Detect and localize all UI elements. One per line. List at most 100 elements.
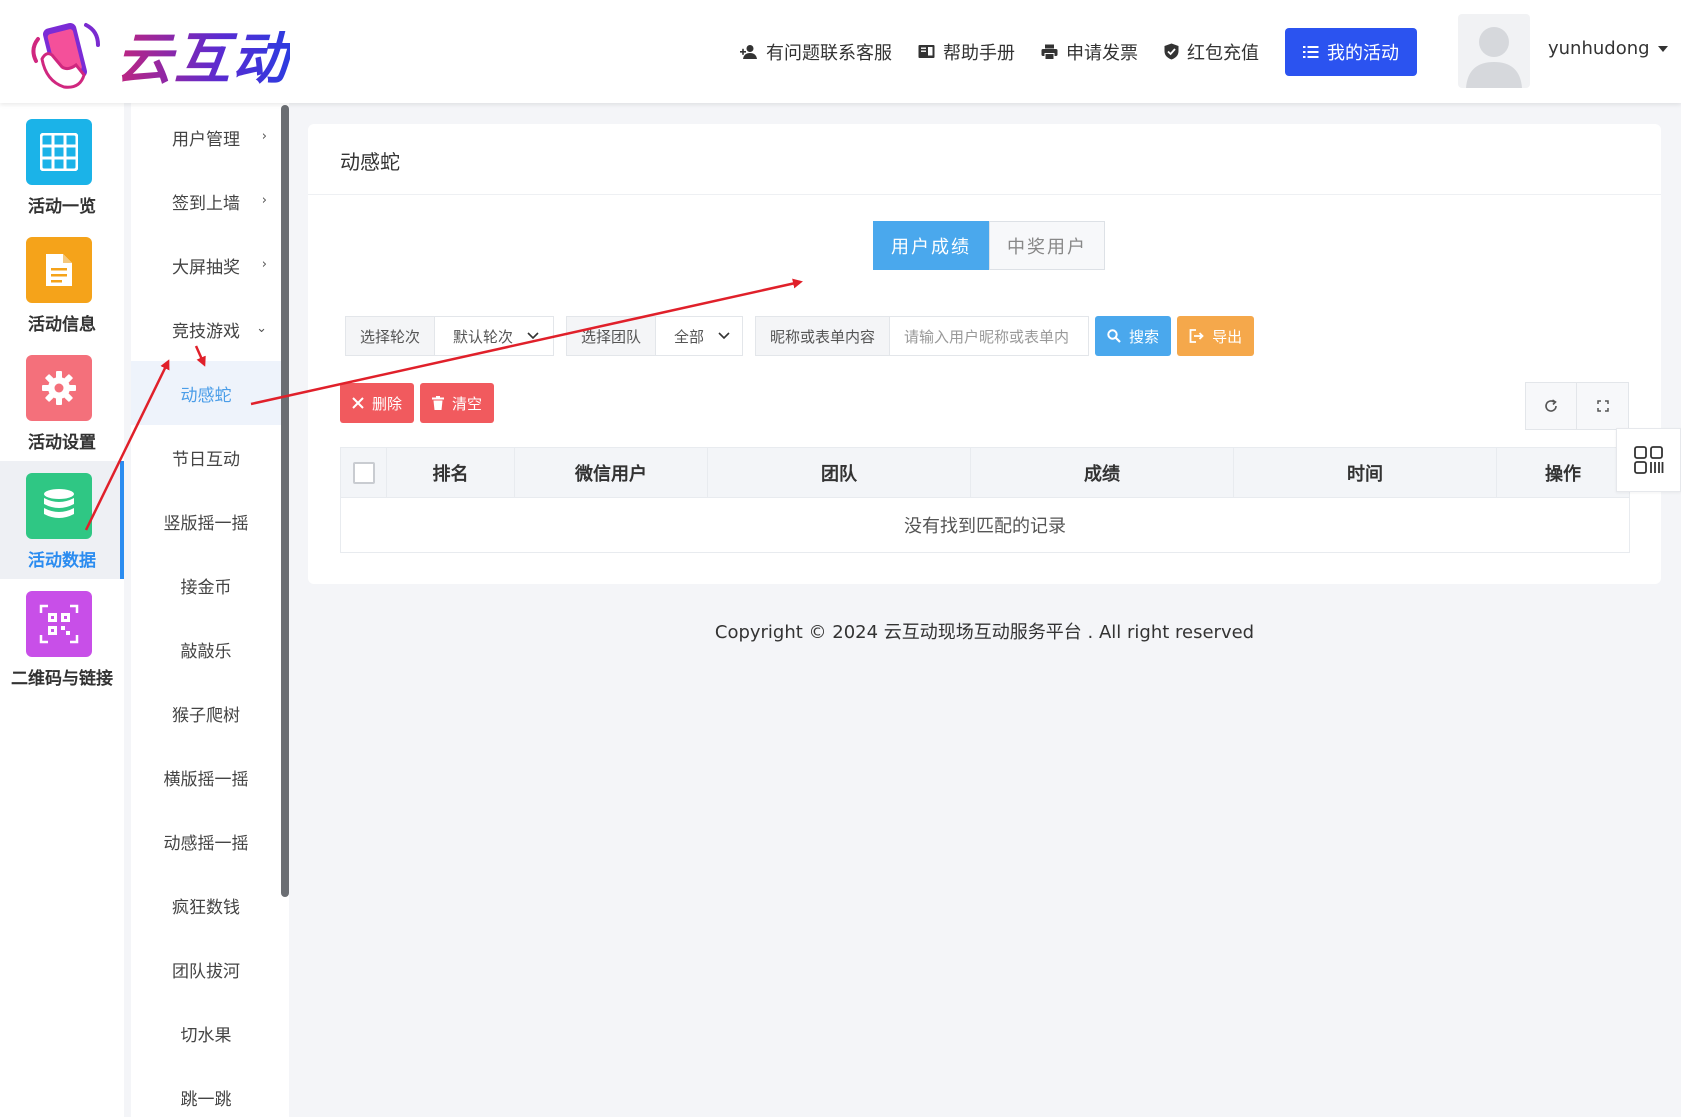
export-label: 导出	[1212, 327, 1243, 346]
search-icon	[1107, 329, 1121, 343]
select-all-checkbox[interactable]	[352, 461, 375, 484]
submenu-item-big-screen-lottery[interactable]: 大屏抽奖 ›	[131, 233, 281, 297]
submenu-item-dynamic-shake[interactable]: 动感摇一摇	[131, 809, 281, 873]
column-header-wechat-user[interactable]: 微信用户	[515, 448, 708, 497]
tab-user-scores[interactable]: 用户成绩	[873, 221, 989, 270]
submenu-scrollbar[interactable]	[281, 105, 289, 897]
submenu-item-snake[interactable]: 动感蛇	[131, 361, 281, 425]
submenu-item-label: 横版摇一摇	[163, 769, 249, 790]
submenu-item-label: 动感蛇	[180, 385, 232, 406]
avatar[interactable]	[1458, 14, 1530, 88]
table-toolbar	[1525, 382, 1629, 430]
recharge-link[interactable]: 红包充值	[1164, 39, 1259, 65]
submenu-item-vertical-shake[interactable]: 竖版摇一摇	[131, 489, 281, 553]
bulk-actions: 删除 清空	[340, 383, 500, 423]
floating-qrcode-button[interactable]	[1616, 428, 1681, 492]
delete-label: 删除	[372, 394, 403, 413]
recharge-label: 红包充值	[1187, 42, 1259, 64]
empty-message: 没有找到匹配的记录	[341, 498, 1629, 552]
shield-check-icon	[1164, 43, 1179, 60]
column-header-rank[interactable]: 排名	[387, 448, 515, 497]
refresh-button[interactable]	[1525, 382, 1577, 430]
sidebar-item-activity-settings[interactable]: 活动设置	[0, 343, 124, 461]
sidebar-item-activity-data[interactable]: 活动数据	[0, 461, 124, 579]
submenu-item-checkin-wall[interactable]: 签到上墙 ›	[131, 169, 281, 233]
column-header-team[interactable]: 团队	[708, 448, 971, 497]
page-title: 动感蛇	[340, 150, 400, 174]
keyword-label: 昵称或表单内容	[755, 316, 891, 356]
top-header: 云互动 有问题联系客服 帮助手册 申请发票 红包充值 我的活动 yunhudon…	[0, 0, 1681, 103]
document-icon	[26, 237, 92, 303]
phone-logo-icon	[28, 19, 104, 91]
my-activity-button[interactable]: 我的活动	[1285, 27, 1417, 76]
submenu-item-label: 接金币	[180, 577, 232, 598]
list-icon	[1303, 45, 1319, 58]
filter-bar: 选择轮次 默认轮次 选择团队 全部 昵称或表单内容 请输入用户昵称或表单内 搜索…	[345, 316, 1260, 356]
submenu-item-festival[interactable]: 节日互动	[131, 425, 281, 489]
submenu-item-tug-of-war[interactable]: 团队拔河	[131, 937, 281, 1001]
clear-button[interactable]: 清空	[420, 383, 495, 423]
submenu-item-label: 疯狂数钱	[172, 897, 240, 918]
gear-icon	[26, 355, 92, 421]
chevron-right-icon: ›	[261, 257, 267, 272]
fullscreen-icon	[1596, 400, 1609, 412]
export-button[interactable]: 导出	[1177, 316, 1255, 356]
column-header-score[interactable]: 成绩	[971, 448, 1234, 497]
submenu-item-catch-coins[interactable]: 接金币	[131, 553, 281, 617]
caret-down-icon	[1657, 45, 1668, 52]
submenu-item-competitive-games[interactable]: 竞技游戏 ⌄	[131, 297, 281, 361]
chevron-down-icon: ⌄	[256, 321, 267, 336]
user-plus-icon	[740, 44, 757, 59]
submenu-item-monkey-climb[interactable]: 猴子爬树	[131, 681, 281, 745]
printer-icon	[1041, 44, 1058, 60]
user-menu[interactable]: yunhudong	[1548, 38, 1668, 59]
round-select[interactable]: 默认轮次	[435, 316, 555, 356]
submenu-item-label: 切水果	[180, 1025, 232, 1046]
search-button[interactable]: 搜索	[1095, 316, 1172, 356]
sidebar-item-label: 活动信息	[28, 315, 96, 335]
help-link[interactable]: 帮助手册	[918, 39, 1015, 65]
column-header-time[interactable]: 时间	[1234, 448, 1497, 497]
brand-logo[interactable]: 云互动	[28, 14, 290, 95]
submenu-item-label: 竖版摇一摇	[163, 513, 249, 534]
sidebar-item-activity-info[interactable]: 活动信息	[0, 225, 124, 343]
tab-winners[interactable]: 中奖用户	[989, 221, 1105, 270]
chevron-right-icon: ›	[261, 129, 267, 144]
table-header: 排名 微信用户 团队 成绩 时间 操作	[341, 448, 1629, 498]
column-header-actions: 操作	[1545, 463, 1581, 485]
submenu-item-label: 敲敲乐	[180, 641, 232, 662]
sidebar-item-qrcode-links[interactable]: 二维码与链接	[0, 579, 124, 697]
submenu-item-knock[interactable]: 敲敲乐	[131, 617, 281, 681]
close-icon	[352, 397, 364, 409]
invoice-link[interactable]: 申请发票	[1041, 39, 1138, 65]
primary-sidebar: 活动一览 活动信息 活动设置 活动数据 二维码与链接	[0, 103, 124, 1117]
select-all-cell	[341, 448, 387, 497]
support-link[interactable]: 有问题联系客服	[740, 39, 892, 65]
submenu-item-count-money[interactable]: 疯狂数钱	[131, 873, 281, 937]
team-select[interactable]: 全部	[656, 316, 744, 356]
invoice-label: 申请发票	[1066, 42, 1138, 64]
sidebar-item-activity-overview[interactable]: 活动一览	[0, 107, 124, 225]
top-nav: 有问题联系客服 帮助手册 申请发票 红包充值 我的活动	[740, 0, 1417, 103]
clear-label: 清空	[452, 394, 483, 413]
team-value: 全部	[674, 327, 705, 346]
submenu-item-user-management[interactable]: 用户管理 ›	[131, 105, 281, 169]
delete-button[interactable]: 删除	[340, 383, 415, 423]
default-avatar-icon	[1466, 27, 1522, 88]
submenu-item-fruit-ninja[interactable]: 切水果	[131, 1001, 281, 1065]
team-label: 选择团队	[566, 316, 657, 356]
fullscreen-button[interactable]	[1577, 382, 1629, 430]
submenu-item-jump[interactable]: 跳一跳	[131, 1065, 281, 1117]
submenu-item-label: 大屏抽奖	[172, 257, 240, 278]
brand-name: 云互动	[116, 14, 290, 95]
help-label: 帮助手册	[943, 42, 1015, 64]
keyword-input[interactable]: 请输入用户昵称或表单内	[890, 316, 1090, 356]
submenu-item-label: 团队拔河	[172, 961, 240, 982]
grid-icon	[26, 119, 92, 185]
content-card: 动感蛇 用户成绩 中奖用户 选择轮次 默认轮次 选择团队 全部 昵称或表单内容 …	[308, 124, 1661, 584]
submenu-item-label: 跳一跳	[180, 1089, 232, 1110]
sidebar-item-label: 活动数据	[28, 551, 96, 571]
chevron-right-icon: ›	[261, 193, 267, 208]
submenu-item-label: 竞技游戏	[172, 321, 240, 342]
submenu-item-horizontal-shake[interactable]: 横版摇一摇	[131, 745, 281, 809]
